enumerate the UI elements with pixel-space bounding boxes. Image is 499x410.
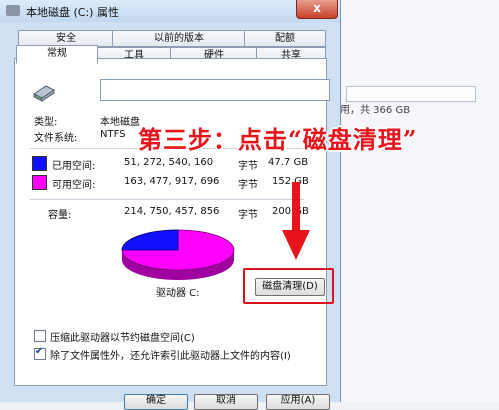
ok-button[interactable]: 确定 <box>124 394 188 410</box>
divider <box>30 199 304 200</box>
filesystem-value: NTFS <box>100 129 126 140</box>
hard-drive-icon <box>33 85 55 102</box>
capacity-unit: 字节 <box>238 210 258 221</box>
free-space-unit: 字节 <box>238 180 258 191</box>
tab-previous-versions[interactable]: 以前的版本 <box>112 30 246 47</box>
window-title: 本地磁盘 (C:) 属性 <box>26 6 119 19</box>
usage-pie-chart <box>121 229 235 280</box>
background-window <box>340 0 499 402</box>
capacity-bytes: 214, 750, 457, 856 <box>124 206 220 217</box>
compress-label: 压缩此驱动器以节约磁盘空间(C) <box>50 333 195 344</box>
drive-letter-label: 驱动器 C: <box>156 288 200 299</box>
used-space-swatch <box>32 156 47 171</box>
step-annotation: 第三步：点击“磁盘清理” <box>138 125 418 154</box>
close-button[interactable]: x <box>296 0 338 19</box>
drive-title-icon <box>6 5 20 16</box>
index-checkbox[interactable]: ✔ <box>34 346 46 360</box>
used-space-bytes: 51, 272, 540, 160 <box>124 157 214 168</box>
used-space-unit: 字节 <box>238 161 258 172</box>
background-usage-bar <box>346 86 476 102</box>
compress-checkbox[interactable] <box>34 330 46 342</box>
index-label: 除了文件属性外，还允许索引此驱动器上文件的内容(I) <box>50 351 291 362</box>
down-arrow-icon <box>282 182 310 260</box>
capacity-label: 容量: <box>48 210 72 221</box>
used-space-label: 已用空间: <box>52 161 96 172</box>
used-space-gb: 47.7 GB <box>268 157 309 168</box>
free-space-bytes: 163, 477, 917, 696 <box>124 176 220 187</box>
type-value: 本地磁盘 <box>100 117 140 128</box>
free-space-label: 可用空间: <box>52 180 96 191</box>
disk-cleanup-button[interactable]: 磁盘清理(D) <box>255 278 325 296</box>
type-label: 类型: <box>34 117 58 128</box>
checkmark-icon: ✔ <box>35 346 44 357</box>
used-slice <box>121 229 179 251</box>
filesystem-label: 文件系统: <box>34 133 78 144</box>
background-free-text: 用，共 366 GB <box>340 105 411 116</box>
title-bar: 本地磁盘 (C:) 属性 x <box>0 0 340 22</box>
apply-button[interactable]: 应用(A) <box>266 394 330 410</box>
free-space-swatch <box>32 175 47 190</box>
drive-name-input[interactable] <box>100 79 330 101</box>
tab-general[interactable]: 常规 <box>16 45 98 64</box>
cancel-button[interactable]: 取消 <box>194 394 258 410</box>
tab-quota[interactable]: 配额 <box>244 30 326 47</box>
